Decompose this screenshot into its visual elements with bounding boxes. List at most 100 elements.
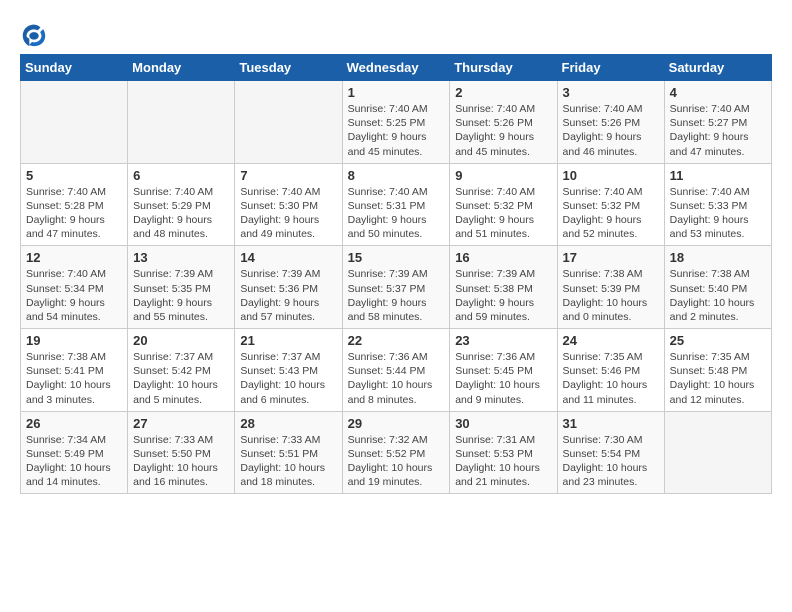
day-info: Sunrise: 7:38 AM Sunset: 5:41 PM Dayligh… <box>26 350 122 407</box>
calendar-cell: 26 Sunrise: 7:34 AM Sunset: 5:49 PM Dayli… <box>21 411 128 494</box>
calendar-week-row: 1 Sunrise: 7:40 AM Sunset: 5:25 PM Daylig… <box>21 81 772 164</box>
calendar-cell: 5 Sunrise: 7:40 AM Sunset: 5:28 PM Daylig… <box>21 163 128 246</box>
day-number: 1 <box>348 85 445 100</box>
calendar-cell: 25 Sunrise: 7:35 AM Sunset: 5:48 PM Dayli… <box>664 329 771 412</box>
calendar-cell: 4 Sunrise: 7:40 AM Sunset: 5:27 PM Daylig… <box>664 81 771 164</box>
day-number: 21 <box>240 333 336 348</box>
day-number: 17 <box>563 250 659 265</box>
calendar-cell: 21 Sunrise: 7:37 AM Sunset: 5:43 PM Dayli… <box>235 329 342 412</box>
day-number: 13 <box>133 250 229 265</box>
day-number: 20 <box>133 333 229 348</box>
calendar-table: SundayMondayTuesdayWednesdayThursdayFrid… <box>20 54 772 494</box>
day-info: Sunrise: 7:40 AM Sunset: 5:28 PM Dayligh… <box>26 185 122 242</box>
calendar-cell: 30 Sunrise: 7:31 AM Sunset: 5:53 PM Dayli… <box>450 411 557 494</box>
day-number: 7 <box>240 168 336 183</box>
day-number: 3 <box>563 85 659 100</box>
calendar-cell: 7Sunrise: 7:40 AM Sunset: 5:30 PM Daylig… <box>235 163 342 246</box>
calendar-cell: 6 Sunrise: 7:40 AM Sunset: 5:29 PM Daylig… <box>128 163 235 246</box>
day-info: Sunrise: 7:39 AM Sunset: 5:37 PM Dayligh… <box>348 267 445 324</box>
day-number: 9 <box>455 168 551 183</box>
calendar-cell <box>664 411 771 494</box>
logo-icon <box>20 20 48 48</box>
day-info: Sunrise: 7:40 AM Sunset: 5:31 PM Dayligh… <box>348 185 445 242</box>
calendar-cell <box>128 81 235 164</box>
day-info: Sunrise: 7:38 AM Sunset: 5:40 PM Dayligh… <box>670 267 766 324</box>
calendar-week-row: 19Sunrise: 7:38 AM Sunset: 5:41 PM Dayli… <box>21 329 772 412</box>
day-number: 6 <box>133 168 229 183</box>
day-info: Sunrise: 7:40 AM Sunset: 5:33 PM Dayligh… <box>670 185 766 242</box>
day-number: 26 <box>26 416 122 431</box>
calendar-cell: 20Sunrise: 7:37 AM Sunset: 5:42 PM Dayli… <box>128 329 235 412</box>
day-number: 23 <box>455 333 551 348</box>
calendar-cell: 28 Sunrise: 7:33 AM Sunset: 5:51 PM Dayli… <box>235 411 342 494</box>
day-info: Sunrise: 7:37 AM Sunset: 5:43 PM Dayligh… <box>240 350 336 407</box>
weekday-header-thursday: Thursday <box>450 55 557 81</box>
calendar-cell <box>235 81 342 164</box>
calendar-cell: 27 Sunrise: 7:33 AM Sunset: 5:50 PM Dayli… <box>128 411 235 494</box>
logo <box>20 20 52 48</box>
day-info: Sunrise: 7:40 AM Sunset: 5:32 PM Dayligh… <box>563 185 659 242</box>
calendar-cell: 31Sunrise: 7:30 AM Sunset: 5:54 PM Dayli… <box>557 411 664 494</box>
day-info: Sunrise: 7:39 AM Sunset: 5:38 PM Dayligh… <box>455 267 551 324</box>
day-number: 4 <box>670 85 766 100</box>
calendar-cell <box>21 81 128 164</box>
calendar-cell: 1 Sunrise: 7:40 AM Sunset: 5:25 PM Daylig… <box>342 81 450 164</box>
day-info: Sunrise: 7:39 AM Sunset: 5:35 PM Dayligh… <box>133 267 229 324</box>
day-info: Sunrise: 7:36 AM Sunset: 5:45 PM Dayligh… <box>455 350 551 407</box>
calendar-cell: 11 Sunrise: 7:40 AM Sunset: 5:33 PM Dayli… <box>664 163 771 246</box>
calendar-cell: 2 Sunrise: 7:40 AM Sunset: 5:26 PM Daylig… <box>450 81 557 164</box>
calendar-cell: 15 Sunrise: 7:39 AM Sunset: 5:37 PM Dayli… <box>342 246 450 329</box>
day-number: 15 <box>348 250 445 265</box>
day-info: Sunrise: 7:33 AM Sunset: 5:51 PM Dayligh… <box>240 433 336 490</box>
day-number: 18 <box>670 250 766 265</box>
calendar-cell: 29Sunrise: 7:32 AM Sunset: 5:52 PM Dayli… <box>342 411 450 494</box>
weekday-header-monday: Monday <box>128 55 235 81</box>
day-info: Sunrise: 7:39 AM Sunset: 5:36 PM Dayligh… <box>240 267 336 324</box>
calendar-cell: 23 Sunrise: 7:36 AM Sunset: 5:45 PM Dayli… <box>450 329 557 412</box>
day-number: 2 <box>455 85 551 100</box>
day-info: Sunrise: 7:31 AM Sunset: 5:53 PM Dayligh… <box>455 433 551 490</box>
day-info: Sunrise: 7:40 AM Sunset: 5:32 PM Dayligh… <box>455 185 551 242</box>
day-number: 5 <box>26 168 122 183</box>
weekday-header-saturday: Saturday <box>664 55 771 81</box>
calendar-week-row: 12Sunrise: 7:40 AM Sunset: 5:34 PM Dayli… <box>21 246 772 329</box>
calendar-cell: 10 Sunrise: 7:40 AM Sunset: 5:32 PM Dayli… <box>557 163 664 246</box>
day-number: 28 <box>240 416 336 431</box>
calendar-cell: 8 Sunrise: 7:40 AM Sunset: 5:31 PM Daylig… <box>342 163 450 246</box>
day-info: Sunrise: 7:36 AM Sunset: 5:44 PM Dayligh… <box>348 350 445 407</box>
day-number: 10 <box>563 168 659 183</box>
calendar-week-row: 26 Sunrise: 7:34 AM Sunset: 5:49 PM Dayli… <box>21 411 772 494</box>
calendar-cell: 19Sunrise: 7:38 AM Sunset: 5:41 PM Dayli… <box>21 329 128 412</box>
day-info: Sunrise: 7:40 AM Sunset: 5:25 PM Dayligh… <box>348 102 445 159</box>
weekday-header-wednesday: Wednesday <box>342 55 450 81</box>
day-number: 31 <box>563 416 659 431</box>
calendar-cell: 12Sunrise: 7:40 AM Sunset: 5:34 PM Dayli… <box>21 246 128 329</box>
day-info: Sunrise: 7:40 AM Sunset: 5:29 PM Dayligh… <box>133 185 229 242</box>
calendar-cell: 9 Sunrise: 7:40 AM Sunset: 5:32 PM Daylig… <box>450 163 557 246</box>
day-number: 11 <box>670 168 766 183</box>
day-number: 22 <box>348 333 445 348</box>
day-info: Sunrise: 7:33 AM Sunset: 5:50 PM Dayligh… <box>133 433 229 490</box>
weekday-header-row: SundayMondayTuesdayWednesdayThursdayFrid… <box>21 55 772 81</box>
day-number: 27 <box>133 416 229 431</box>
day-number: 14 <box>240 250 336 265</box>
calendar-cell: 14 Sunrise: 7:39 AM Sunset: 5:36 PM Dayli… <box>235 246 342 329</box>
day-number: 30 <box>455 416 551 431</box>
calendar-cell: 13 Sunrise: 7:39 AM Sunset: 5:35 PM Dayli… <box>128 246 235 329</box>
day-info: Sunrise: 7:34 AM Sunset: 5:49 PM Dayligh… <box>26 433 122 490</box>
day-info: Sunrise: 7:40 AM Sunset: 5:27 PM Dayligh… <box>670 102 766 159</box>
day-number: 29 <box>348 416 445 431</box>
day-number: 16 <box>455 250 551 265</box>
day-number: 25 <box>670 333 766 348</box>
header <box>20 16 772 48</box>
day-number: 8 <box>348 168 445 183</box>
calendar-cell: 16 Sunrise: 7:39 AM Sunset: 5:38 PM Dayli… <box>450 246 557 329</box>
weekday-header-tuesday: Tuesday <box>235 55 342 81</box>
day-number: 12 <box>26 250 122 265</box>
calendar-cell: 18 Sunrise: 7:38 AM Sunset: 5:40 PM Dayli… <box>664 246 771 329</box>
day-info: Sunrise: 7:38 AM Sunset: 5:39 PM Dayligh… <box>563 267 659 324</box>
weekday-header-sunday: Sunday <box>21 55 128 81</box>
day-info: Sunrise: 7:35 AM Sunset: 5:48 PM Dayligh… <box>670 350 766 407</box>
calendar-cell: 22 Sunrise: 7:36 AM Sunset: 5:44 PM Dayli… <box>342 329 450 412</box>
day-info: Sunrise: 7:40 AM Sunset: 5:26 PM Dayligh… <box>455 102 551 159</box>
